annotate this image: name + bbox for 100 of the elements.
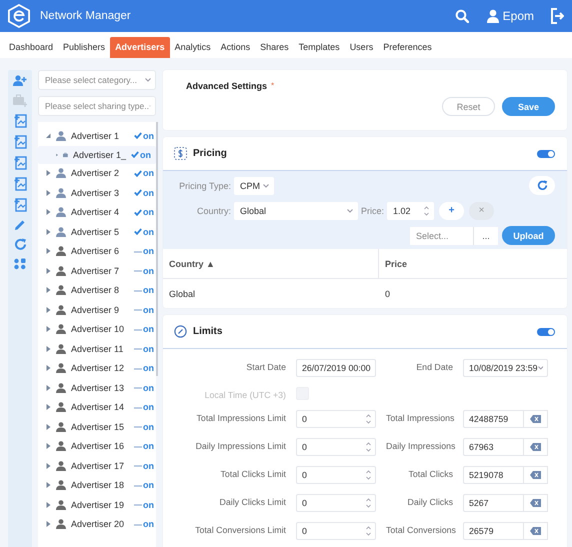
expand-icon[interactable] bbox=[46, 326, 51, 332]
expand-icon[interactable] bbox=[46, 346, 51, 352]
tree-item[interactable]: Advertiser 16 on bbox=[38, 436, 156, 456]
expand-icon[interactable] bbox=[46, 462, 51, 469]
status-label: on bbox=[143, 382, 154, 393]
number-field[interactable]: 0 bbox=[296, 410, 376, 428]
nav-tab[interactable]: Preferences bbox=[378, 37, 437, 58]
tree-item[interactable]: Advertiser 3 on bbox=[38, 183, 156, 202]
tree-item[interactable]: Advertiser 10 on bbox=[38, 320, 156, 339]
file-field[interactable]: Select... bbox=[410, 226, 473, 244]
expand-icon[interactable] bbox=[46, 424, 51, 430]
number-field[interactable]: 0 bbox=[296, 494, 376, 512]
tree-item[interactable]: Advertiser 13 on bbox=[38, 378, 156, 398]
spinner-icon[interactable] bbox=[366, 470, 371, 480]
sheet-add-icon[interactable] bbox=[14, 114, 26, 128]
expand-icon[interactable] bbox=[46, 502, 51, 508]
expand-icon[interactable] bbox=[46, 365, 51, 372]
price-field[interactable]: 1.02 bbox=[387, 202, 434, 220]
nav-tab[interactable]: Shares bbox=[255, 37, 294, 58]
expand-icon[interactable] bbox=[46, 228, 51, 235]
tree-item[interactable]: Advertiser 8 on bbox=[38, 280, 156, 300]
nav-tab[interactable]: Users bbox=[344, 37, 378, 58]
number-field[interactable]: 0 bbox=[296, 466, 376, 484]
tree-item[interactable]: Advertiser 15 on bbox=[38, 417, 156, 436]
spinner-icon[interactable] bbox=[366, 414, 371, 424]
expand-icon[interactable] bbox=[46, 209, 51, 216]
pricing-type-select[interactable]: CPM bbox=[234, 176, 274, 194]
clear-button[interactable] bbox=[524, 410, 548, 428]
sheet-add-icon[interactable] bbox=[14, 198, 26, 212]
expand-icon[interactable] bbox=[46, 521, 51, 528]
sheet-add-icon[interactable] bbox=[14, 177, 26, 191]
tree-item[interactable]: Advertiser 9 on bbox=[38, 300, 156, 320]
toggle-switch[interactable] bbox=[537, 328, 555, 336]
date-field[interactable]: 10/08/2019 23:59 bbox=[463, 359, 548, 377]
tree-item[interactable]: Advertiser 7 on bbox=[38, 261, 156, 280]
table-cell-text: Global bbox=[168, 288, 196, 298]
sheet-add-icon[interactable] bbox=[14, 156, 26, 170]
expand-icon[interactable] bbox=[46, 287, 51, 294]
section-title: Pricing bbox=[193, 148, 227, 159]
expand-icon[interactable] bbox=[46, 404, 51, 410]
tree-item[interactable]: Advertiser 20 on bbox=[38, 514, 156, 534]
tree-item[interactable]: Advertiser 11 on bbox=[38, 339, 156, 358]
user-icon[interactable] bbox=[486, 9, 499, 23]
browse-button[interactable]: ... bbox=[473, 226, 498, 244]
expand-icon[interactable] bbox=[46, 482, 51, 488]
clear-button[interactable] bbox=[524, 522, 548, 540]
search-icon[interactable] bbox=[454, 9, 469, 23]
field-label: Daily Clicks bbox=[406, 496, 453, 507]
sheet-add-icon[interactable] bbox=[14, 135, 26, 149]
collapse-icon[interactable] bbox=[46, 132, 51, 139]
nav-tab[interactable]: Analytics bbox=[170, 37, 216, 58]
tree-item[interactable]: Advertiser 17 on bbox=[38, 456, 156, 476]
pencil-icon[interactable] bbox=[14, 219, 26, 231]
tree-item[interactable]: Advertiser 18 on bbox=[38, 476, 156, 495]
nav-tab[interactable]: Dashboard bbox=[4, 37, 58, 58]
number-field[interactable]: 0 bbox=[296, 438, 376, 456]
user-name[interactable]: Epom bbox=[502, 9, 534, 23]
tree-item[interactable]: Advertiser 1_ on bbox=[38, 146, 156, 164]
tree-item[interactable]: Advertiser 19 on bbox=[38, 495, 156, 514]
number-field[interactable]: 0 bbox=[296, 522, 376, 540]
category-select[interactable]: Please select category... bbox=[38, 70, 156, 90]
add-button[interactable]: + bbox=[439, 202, 464, 220]
category-select[interactable]: Please select sharing type.. bbox=[38, 96, 156, 116]
expand-icon[interactable] bbox=[46, 248, 51, 254]
tree-item[interactable]: Advertiser 12 on bbox=[38, 358, 156, 378]
spinner-icon[interactable] bbox=[366, 498, 371, 508]
tree-item[interactable]: Advertiser 2 on bbox=[38, 164, 156, 183]
refresh-icon[interactable] bbox=[14, 238, 26, 251]
logout-icon[interactable] bbox=[550, 8, 564, 24]
spinner-icon[interactable] bbox=[424, 206, 430, 216]
date-field[interactable]: 26/07/2019 00:00 bbox=[296, 359, 376, 377]
tree-item[interactable]: Advertiser 1 on bbox=[38, 126, 156, 146]
nav-tab[interactable]: Publishers bbox=[58, 37, 110, 58]
nav-tab[interactable]: Actions bbox=[216, 37, 256, 58]
app-title: Network Manager bbox=[40, 10, 131, 22]
toggle-switch[interactable] bbox=[537, 150, 555, 158]
expand-icon[interactable] bbox=[46, 443, 51, 450]
tree-item[interactable]: Advertiser 6 on bbox=[38, 242, 156, 261]
column-header[interactable]: Country ▲ bbox=[163, 249, 379, 278]
expand-icon[interactable] bbox=[46, 384, 51, 391]
spinner-icon[interactable] bbox=[366, 442, 371, 452]
add-user-icon[interactable] bbox=[13, 75, 27, 87]
expand-icon[interactable] bbox=[46, 190, 51, 196]
expand-icon[interactable] bbox=[46, 170, 51, 176]
tree-item[interactable]: Advertiser 14 on bbox=[38, 398, 156, 417]
clear-button[interactable] bbox=[524, 494, 548, 512]
clear-button[interactable] bbox=[524, 466, 548, 484]
tree-item[interactable]: Advertiser 5 on bbox=[38, 222, 156, 242]
column-header[interactable]: Price bbox=[379, 258, 567, 268]
refresh-button[interactable] bbox=[529, 176, 555, 195]
nav-tab[interactable]: Templates bbox=[294, 37, 345, 58]
tree-item[interactable]: Advertiser 4 on bbox=[38, 202, 156, 222]
clear-button[interactable] bbox=[524, 438, 548, 456]
country-select[interactable]: Global bbox=[234, 202, 358, 220]
dots-icon[interactable] bbox=[14, 258, 26, 270]
expand-icon[interactable] bbox=[46, 268, 51, 274]
reset-button[interactable]: Reset bbox=[442, 97, 495, 116]
expand-icon[interactable] bbox=[46, 306, 51, 313]
spinner-icon[interactable] bbox=[366, 526, 371, 536]
backspace-icon bbox=[530, 415, 541, 423]
